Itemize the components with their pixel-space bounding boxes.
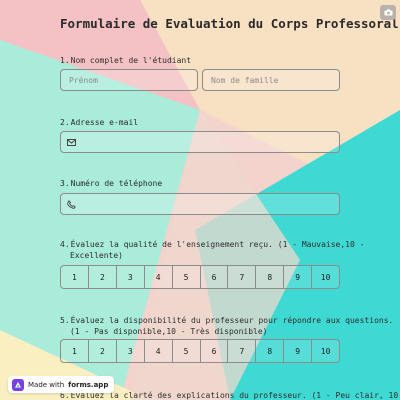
question-5-label: 5.Évaluez la disponibilité du professeur… (60, 315, 393, 337)
question-5-text-line1: Évaluez la disponibilité du professeur p… (70, 316, 394, 325)
forms-app-logo-icon (12, 378, 24, 391)
question-3-text: Numéro de téléphone (70, 179, 163, 188)
last-name-input[interactable] (203, 70, 339, 90)
email-input[interactable] (80, 132, 339, 152)
question-4-label: 4.Évaluez la qualité de l'enseignement r… (60, 239, 364, 261)
rating-option[interactable]: 5 (173, 266, 201, 288)
rating-option[interactable]: 1 (61, 266, 89, 288)
phone-field[interactable] (60, 193, 340, 215)
made-with-badge[interactable]: Made with forms.app (8, 376, 115, 393)
first-name-input[interactable] (61, 70, 197, 90)
rating-option[interactable]: 8 (256, 340, 285, 362)
rating-option[interactable]: 7 (228, 340, 257, 362)
phone-icon (67, 199, 80, 209)
badge-brand: forms.app (68, 380, 109, 389)
rating-option[interactable]: 9 (284, 266, 313, 288)
badge-prefix: Made with (28, 380, 65, 389)
envelope-icon (67, 138, 80, 146)
phone-input[interactable] (80, 194, 339, 214)
question-4-text-line2: Excellente) (70, 251, 123, 260)
question-2-label: 2.Adresse e-mail (60, 117, 138, 128)
question-3-label: 3.Numéro de téléphone (60, 178, 162, 189)
rating-option[interactable]: 9 (284, 340, 313, 362)
question-1-label: 1.Nom complet de l'étudiant (60, 55, 191, 66)
question-5-text-line2: (1 - Pas disponible,10 - Très disponible… (70, 327, 268, 336)
rating-option[interactable]: 3 (117, 340, 145, 362)
rating-option[interactable]: 8 (256, 266, 285, 288)
rating-option[interactable]: 10 (312, 340, 339, 362)
question-5-number: 5. (60, 316, 70, 325)
last-name-field[interactable] (202, 69, 340, 91)
rating-option[interactable]: 7 (228, 266, 257, 288)
camera-icon (384, 9, 392, 16)
form-title: Formulaire de Evaluation du Corps Profes… (60, 16, 399, 31)
availability-rating-scale: 1 2 3 4 5 6 7 8 9 10 (60, 339, 340, 363)
rating-option[interactable]: 4 (145, 266, 173, 288)
rating-option[interactable]: 5 (173, 340, 201, 362)
rating-option[interactable]: 10 (312, 266, 339, 288)
email-field[interactable] (60, 131, 340, 153)
rating-option[interactable]: 6 (201, 340, 229, 362)
question-3-number: 3. (60, 179, 70, 188)
first-name-field[interactable] (60, 69, 198, 91)
question-4-text-line1: Évaluez la qualité de l'enseignement reç… (70, 240, 365, 249)
rating-option[interactable]: 6 (201, 266, 229, 288)
camera-button[interactable] (380, 5, 396, 20)
question-1-number: 1. (60, 56, 70, 65)
question-2-number: 2. (60, 118, 70, 127)
question-4-number: 4. (60, 240, 70, 249)
rating-option[interactable]: 4 (145, 340, 173, 362)
rating-option[interactable]: 3 (117, 266, 145, 288)
rating-option[interactable]: 1 (61, 340, 89, 362)
rating-option[interactable]: 2 (89, 340, 117, 362)
question-2-text: Adresse e-mail (70, 118, 139, 127)
quality-rating-scale: 1 2 3 4 5 6 7 8 9 10 (60, 265, 340, 289)
question-1-text: Nom complet de l'étudiant (70, 56, 192, 65)
rating-option[interactable]: 2 (89, 266, 117, 288)
question-6-text: Évaluez la clarté des explications du pr… (70, 391, 399, 400)
